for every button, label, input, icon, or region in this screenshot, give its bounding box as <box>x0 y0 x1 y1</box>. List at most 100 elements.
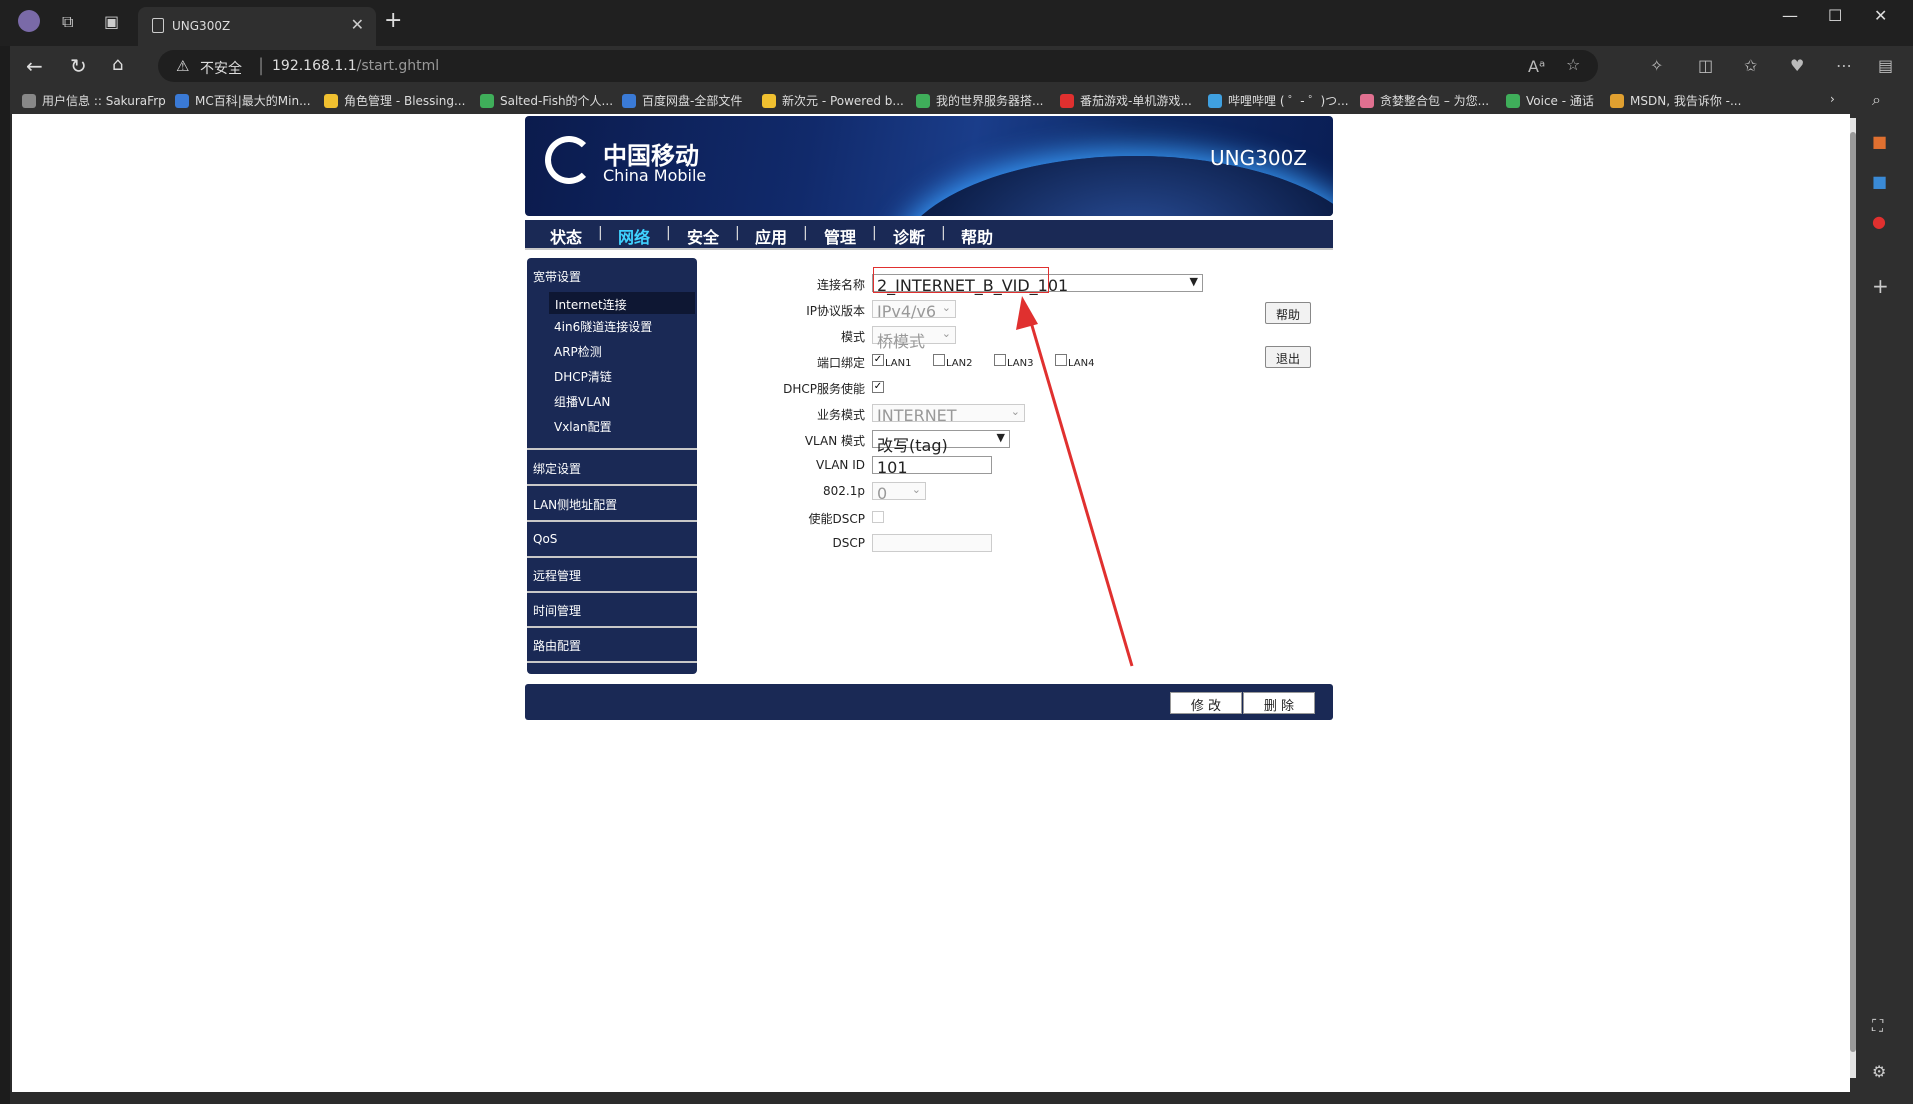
service-mode-select[interactable]: INTERNET ⌄ <box>872 404 1025 425</box>
back-icon[interactable]: ← <box>26 54 43 78</box>
vlan-mode-select[interactable]: 改写(tag) ▼ <box>872 430 1010 455</box>
bookmark-item[interactable]: 我的世界服务器搭... <box>916 92 1043 109</box>
nav-divider <box>527 626 697 628</box>
settings-icon[interactable]: ⚙ <box>1872 1062 1886 1081</box>
extensions-icon[interactable]: ✧ <box>1650 56 1663 75</box>
ip-version-select[interactable]: IPv4/v6 ⌄ <box>872 300 956 321</box>
security-label[interactable]: 不安全 <box>200 58 242 78</box>
bookmark-label: 用户信息 :: SakuraFrp <box>42 94 166 108</box>
web-page <box>12 114 1850 1092</box>
bookmark-favicon-icon <box>1506 94 1520 108</box>
dscp-input[interactable] <box>872 534 992 552</box>
bookmark-item[interactable]: 新次元 - Powered b... <box>762 92 904 109</box>
bookmark-label: 番茄游戏-单机游戏... <box>1080 94 1192 108</box>
profile-avatar[interactable] <box>18 10 40 32</box>
menu-item[interactable]: 管理 <box>824 224 856 248</box>
bookmark-item[interactable]: 贪婪整合包 – 为您... <box>1360 92 1489 109</box>
outlook-icon[interactable]: ■ <box>1872 172 1887 191</box>
bookmark-item[interactable]: 用户信息 :: SakuraFrp <box>22 92 166 109</box>
bookmark-label: 角色管理 - Blessing... <box>344 94 466 108</box>
add-app-icon[interactable]: + <box>1872 274 1889 298</box>
split-screen-icon[interactable]: ◫ <box>1698 56 1713 75</box>
brand-en: China Mobile <box>603 166 707 185</box>
nav-group-lan[interactable]: LAN侧地址配置 <box>533 496 617 513</box>
bookmark-item[interactable]: Salted-Fish的个人... <box>480 92 613 109</box>
minimize-icon[interactable]: — <box>1782 6 1798 25</box>
dhcp-checkbox[interactable]: ✓ <box>872 381 884 393</box>
bookmark-item[interactable]: MC百科|最大的Min... <box>175 92 311 109</box>
nav-item-internet[interactable]: Internet连接 <box>549 292 695 314</box>
dscp-enable-checkbox[interactable] <box>872 511 884 523</box>
bookmark-item[interactable]: 百度网盘-全部文件 <box>622 92 742 109</box>
menu-item[interactable]: 网络 <box>618 224 650 248</box>
bookmark-item[interactable]: 番茄游戏-单机游戏... <box>1060 92 1192 109</box>
bookmark-item[interactable]: 角色管理 - Blessing... <box>324 92 465 109</box>
favorite-star-icon[interactable]: ☆ <box>1566 55 1580 74</box>
maximize-icon[interactable]: ☐ <box>1828 6 1842 25</box>
nav-group-qos[interactable]: QoS <box>533 532 557 546</box>
search-icon[interactable]: ⌕ <box>1872 90 1881 110</box>
vlan-id-input[interactable]: 101 <box>872 456 992 477</box>
menu-item[interactable]: 应用 <box>755 224 787 248</box>
p8021-select[interactable]: 0 ⌄ <box>872 482 926 503</box>
dhcp-label: DHCP服务使能 <box>783 382 865 396</box>
page-scrollbar[interactable] <box>1850 118 1856 1078</box>
tools-icon[interactable]: ■ <box>1872 132 1887 151</box>
port-checkbox[interactable] <box>933 354 945 366</box>
port-checkbox[interactable]: ✓ <box>872 354 884 366</box>
sidebar-toggle-icon[interactable]: ▤ <box>1878 56 1893 75</box>
menu-item[interactable]: 安全 <box>687 224 719 248</box>
delete-button[interactable]: 删 除 <box>1243 692 1315 714</box>
page-icon <box>152 18 164 33</box>
address-bar[interactable]: ⚠ 不安全 | 192.168.1.1/start.ghtml Aᵃ ☆ <box>158 50 1598 82</box>
scrollbar-thumb[interactable] <box>1850 132 1856 1052</box>
mode-select[interactable]: 桥模式 ⌄ <box>872 326 956 351</box>
chevron-down-icon: ▼ <box>1189 275 1198 288</box>
bookmark-label: 我的世界服务器搭... <box>936 94 1044 108</box>
nav-group-broadband[interactable]: 宽带设置 <box>533 268 581 285</box>
workspaces-icon[interactable]: ⧉ <box>62 12 73 32</box>
new-tab-icon[interactable]: + <box>384 8 402 33</box>
screenshot-icon[interactable]: ⛶ <box>1872 1016 1883 1036</box>
nav-item-vxlan[interactable]: Vxlan配置 <box>554 418 612 435</box>
logout-button[interactable]: 退出 <box>1265 346 1311 368</box>
bookmark-item[interactable]: Voice - 通话 <box>1506 92 1594 109</box>
url-text[interactable]: 192.168.1.1/start.ghtml <box>272 58 439 74</box>
favorites-icon[interactable]: ✩ <box>1744 56 1757 75</box>
action-bar: 修 改 删 除 <box>525 684 1333 720</box>
left-nav: 宽带设置 Internet连接 4in6隧道连接设置 ARP检测 DHCP清链 … <box>527 258 697 674</box>
nav-group-binding[interactable]: 绑定设置 <box>533 460 581 477</box>
help-button[interactable]: 帮助 <box>1265 302 1311 324</box>
bookmark-label: 新次元 - Powered b... <box>782 94 904 108</box>
bookmark-favicon-icon <box>324 94 338 108</box>
bookmark-item[interactable]: MSDN, 我告诉你 -... <box>1610 92 1741 109</box>
browser-tab[interactable]: UNG300Z ✕ <box>138 7 376 46</box>
bookmarks-overflow-icon[interactable]: › <box>1830 92 1835 106</box>
home-icon[interactable]: ⌂ <box>112 54 123 75</box>
nav-item-arp[interactable]: ARP检测 <box>554 343 602 360</box>
port-checkbox[interactable] <box>1055 354 1067 366</box>
nav-item-4in6[interactable]: 4in6隧道连接设置 <box>554 318 652 335</box>
bookmark-label: 哔哩哔哩 ( ゜- ゜)つ... <box>1228 94 1349 108</box>
modify-button[interactable]: 修 改 <box>1170 692 1242 714</box>
nav-item-dhcp[interactable]: DHCP清链 <box>554 368 612 385</box>
nav-item-mvlan[interactable]: 组播VLAN <box>554 393 610 410</box>
performance-icon[interactable]: ♥ <box>1790 56 1804 75</box>
app-icon[interactable]: ● <box>1872 212 1886 231</box>
menu-item[interactable]: 帮助 <box>961 224 993 248</box>
close-window-icon[interactable]: ✕ <box>1874 6 1887 25</box>
nav-group-remote[interactable]: 远程管理 <box>533 567 581 584</box>
bookmark-label: 贪婪整合包 – 为您... <box>1380 94 1490 108</box>
menu-item[interactable]: 诊断 <box>893 224 925 248</box>
close-tab-icon[interactable]: ✕ <box>351 15 364 34</box>
more-options-icon[interactable]: ⋯ <box>1836 56 1852 75</box>
read-aloud-icon[interactable]: Aᵃ <box>1528 57 1545 76</box>
nav-group-route[interactable]: 路由配置 <box>533 637 581 654</box>
port-checkbox[interactable] <box>994 354 1006 366</box>
bookmark-item[interactable]: 哔哩哔哩 ( ゜- ゜)つ... <box>1208 92 1349 109</box>
url-path: /start.ghtml <box>356 58 440 74</box>
refresh-icon[interactable]: ↻ <box>70 54 87 78</box>
menu-item[interactable]: 状态 <box>550 224 582 248</box>
nav-group-time[interactable]: 时间管理 <box>533 602 581 619</box>
tab-actions-icon[interactable]: ▣ <box>104 12 119 31</box>
